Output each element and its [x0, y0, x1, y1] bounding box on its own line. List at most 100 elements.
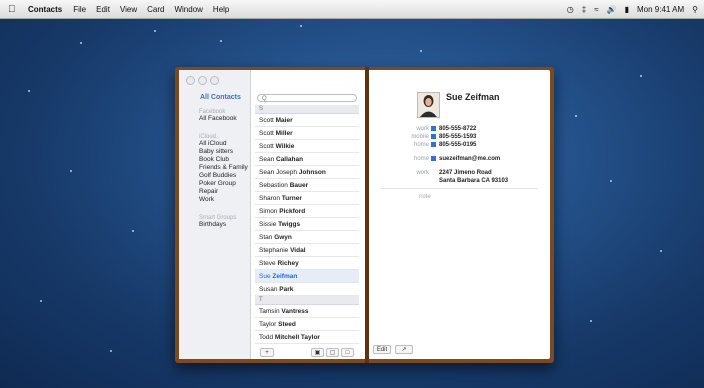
group-book-club[interactable]: Book Club	[179, 156, 250, 164]
close-window-button[interactable]	[186, 76, 195, 85]
menu-edit[interactable]: Edit	[96, 5, 110, 14]
group-work[interactable]: Work	[179, 196, 250, 204]
groups-sidebar: All Contacts Facebook All Facebook iClou…	[179, 70, 251, 359]
contact-row[interactable]: Simon Pickford	[255, 205, 359, 218]
contact-first-name: Taylor	[259, 321, 277, 328]
contact-last-name: Miller	[275, 130, 293, 137]
contact-row[interactable]: Sissie Twiggs	[255, 218, 359, 231]
menu-file[interactable]: File	[73, 5, 86, 14]
email-badge-icon[interactable]	[431, 156, 436, 161]
view-single-icon[interactable]: □	[341, 347, 354, 357]
contact-last-name: Callahan	[276, 156, 304, 163]
contact-first-name: Tamsin	[259, 308, 280, 315]
contact-first-name: Sean	[259, 156, 275, 163]
contact-last-name: Johnson	[298, 169, 326, 176]
volume-icon[interactable]: 🔊	[607, 5, 617, 14]
contact-row[interactable]: Taylor Steed	[255, 318, 359, 331]
card-divider	[381, 188, 538, 189]
contact-row[interactable]: Todd Mitchell Taylor	[255, 331, 359, 344]
contact-last-name: Bauer	[289, 182, 309, 189]
contacts-window: All Contacts Facebook All Facebook iClou…	[175, 67, 554, 363]
contact-first-name: Stephanie	[259, 247, 289, 254]
minimize-window-button[interactable]	[198, 76, 207, 85]
menu-view[interactable]: View	[120, 5, 137, 14]
spotlight-icon[interactable]: ⚲	[692, 5, 698, 14]
time-machine-icon[interactable]: ◷	[567, 5, 574, 14]
contact-row[interactable]: Sebastion Bauer	[255, 179, 359, 192]
group-poker-group[interactable]: Poker Group	[179, 180, 250, 188]
group-baby-sitters[interactable]: Baby sitters	[179, 148, 250, 156]
group-birthdays[interactable]: Birthdays	[179, 221, 250, 229]
wifi-icon[interactable]: ≈	[594, 5, 598, 14]
phone-badge-icon[interactable]	[431, 134, 436, 139]
menu-help[interactable]: Help	[213, 5, 229, 14]
contact-last-name: Vantress	[281, 308, 309, 315]
group-repair[interactable]: Repair	[179, 188, 250, 196]
contact-last-name: Maier	[275, 117, 293, 124]
phone-work: work 805-555-8722	[416, 126, 477, 133]
contact-name: Sue Zeifman	[446, 92, 500, 102]
phone-mobile: mobile 805-555-1593	[411, 134, 477, 141]
list-toolbar: + ▣ ▢ □	[255, 345, 359, 359]
add-contact-button[interactable]: +	[260, 347, 274, 357]
status-area: ◷ ‡ ≈ 🔊 ▮ Mon 9:41 AM ⚲	[567, 5, 698, 14]
contact-row[interactable]: Sharon Turner	[255, 192, 359, 205]
group-friends-family[interactable]: Friends & Family	[179, 164, 250, 172]
share-icon[interactable]: ↗	[395, 345, 413, 354]
zoom-window-button[interactable]	[210, 76, 219, 85]
phone-badge-icon[interactable]	[431, 142, 436, 147]
contact-row[interactable]: Sue Zeifman	[255, 270, 359, 283]
contact-row[interactable]: Tamsin Vantress	[255, 305, 359, 318]
section-header: S	[255, 105, 359, 114]
address-work: work 2247 Jimeno Road	[416, 170, 492, 176]
contact-first-name: Sean Joseph	[259, 169, 297, 176]
contact-row[interactable]: Sean Callahan	[255, 153, 359, 166]
clock[interactable]: Mon 9:41 AM	[637, 5, 684, 14]
contact-row[interactable]: Scott Maier	[255, 114, 359, 127]
contact-first-name: Scott	[259, 117, 274, 124]
contact-row[interactable]: Stephanie Vidal	[255, 244, 359, 257]
contact-last-name: Zeifman	[272, 273, 298, 280]
email-home: home suezeifman@me.com	[413, 156, 501, 163]
search-icon: Q	[262, 96, 267, 102]
contact-row[interactable]: Scott Wilkie	[255, 140, 359, 153]
contact-first-name: Scott	[259, 143, 274, 150]
contact-last-name: Steed	[278, 321, 296, 328]
menu-window[interactable]: Window	[174, 5, 202, 14]
phone-badge-icon[interactable]	[431, 126, 436, 131]
group-all-icloud[interactable]: All iCloud	[179, 140, 250, 148]
contact-first-name: Sebastion	[259, 182, 288, 189]
apple-menu-icon[interactable]: 	[8, 4, 22, 15]
contact-last-name: Park	[279, 286, 294, 293]
contact-row[interactable]: Susan Park	[255, 283, 359, 296]
battery-icon[interactable]: ▮	[625, 5, 629, 14]
note-field[interactable]: note	[419, 194, 431, 200]
group-golf-buddies[interactable]: Golf Buddies	[179, 172, 250, 180]
window-controls	[186, 76, 219, 85]
contact-photo[interactable]	[417, 92, 440, 118]
edit-button[interactable]: Edit	[373, 345, 391, 354]
menu-bar:  Contacts File Edit View Card Window He…	[0, 0, 704, 19]
contact-first-name: Sharon	[259, 195, 280, 202]
group-all-contacts[interactable]: All Contacts	[179, 94, 250, 101]
right-page: Sue Zeifman work 805-555-8722 mobile 805-5…	[369, 70, 550, 359]
phone-home: home 805-555-0195	[413, 142, 477, 149]
contact-last-name: Twiggs	[278, 221, 301, 228]
contact-row[interactable]: Stan Gwyn	[255, 231, 359, 244]
card-toolbar: Edit ↗	[373, 345, 413, 354]
contact-last-name: Gwyn	[274, 234, 292, 241]
contact-row[interactable]: Sean Joseph Johnson	[255, 166, 359, 179]
search-field[interactable]: Q	[257, 94, 357, 102]
contact-last-name: Richey	[277, 260, 299, 267]
app-menu[interactable]: Contacts	[28, 5, 62, 14]
view-list-card-icon[interactable]: ▣	[311, 347, 324, 357]
contact-row[interactable]: Scott Miller	[255, 127, 359, 140]
left-page: All Contacts Facebook All Facebook iClou…	[179, 70, 365, 359]
menu-card[interactable]: Card	[147, 5, 164, 14]
contact-first-name: Sissie	[259, 221, 277, 228]
view-card-only-icon[interactable]: ▢	[326, 347, 339, 357]
contact-first-name: Susan	[259, 286, 278, 293]
contact-row[interactable]: Steve Richey	[255, 257, 359, 270]
group-all-facebook[interactable]: All Facebook	[179, 115, 250, 123]
bluetooth-icon[interactable]: ‡	[582, 5, 586, 14]
